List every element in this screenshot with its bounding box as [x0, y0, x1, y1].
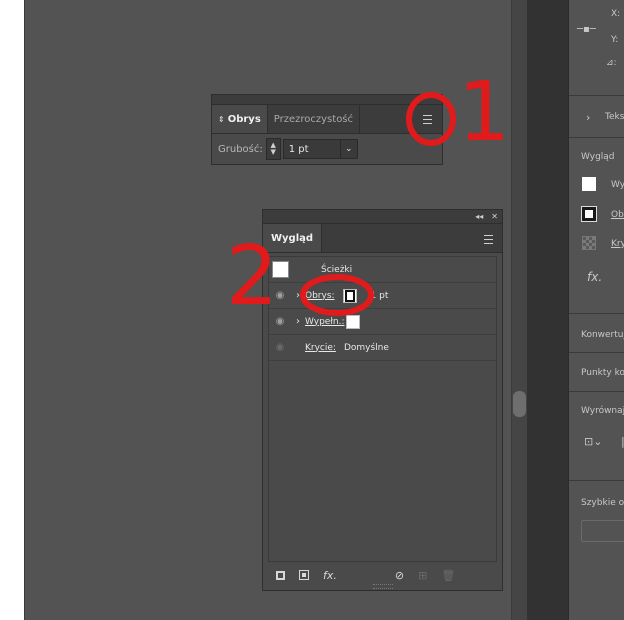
- annotation-circle-menu: [406, 92, 456, 146]
- text-section-label[interactable]: Teks: [605, 112, 624, 122]
- align-section-title: Wyrównaj: [581, 406, 624, 416]
- panel-divider: [527, 0, 568, 620]
- section-divider: [569, 352, 624, 353]
- section-divider: [569, 95, 624, 96]
- quick-actions-section-title: Szybkie op: [581, 498, 624, 508]
- opacity-swatch[interactable]: [582, 236, 596, 250]
- scrollbar-thumb[interactable]: [513, 391, 526, 417]
- stroke-swatch[interactable]: [581, 206, 597, 222]
- annotation-circle-stroke: [300, 274, 374, 316]
- annotation-number-one: 1: [458, 65, 511, 160]
- canvas-vertical-scrollbar[interactable]: [511, 0, 528, 620]
- properties-panel: ─▪─ X: Y: ⊿: › Teks Wygląd Wy Obr Kry fx…: [568, 0, 624, 620]
- fill-swatch[interactable]: [582, 177, 596, 191]
- appearance-section-title: Wygląd: [581, 152, 615, 162]
- opacity-label[interactable]: Kry: [611, 239, 624, 249]
- annotation-number-two: 2: [226, 229, 279, 324]
- section-divider: [569, 313, 624, 314]
- stroke-label[interactable]: Obr: [611, 210, 624, 220]
- align-to-icon[interactable]: ⊡⌄: [584, 435, 602, 448]
- y-label: Y:: [611, 35, 619, 45]
- quick-action-button[interactable]: [581, 520, 624, 542]
- reference-point-icon[interactable]: ─▪─: [577, 24, 596, 35]
- convert-section-title: Konwertuj: [581, 330, 624, 340]
- fill-label[interactable]: Wy: [611, 180, 624, 190]
- section-divider: [569, 480, 624, 481]
- section-divider: [569, 391, 624, 392]
- fx-icon[interactable]: fx.: [587, 270, 602, 284]
- chevron-right-icon[interactable]: ›: [586, 111, 590, 124]
- x-label: X:: [611, 9, 621, 19]
- section-divider: [569, 137, 624, 138]
- anchor-points-section-title: Punkty ko: [581, 368, 624, 378]
- angle-label: ⊿:: [606, 58, 617, 68]
